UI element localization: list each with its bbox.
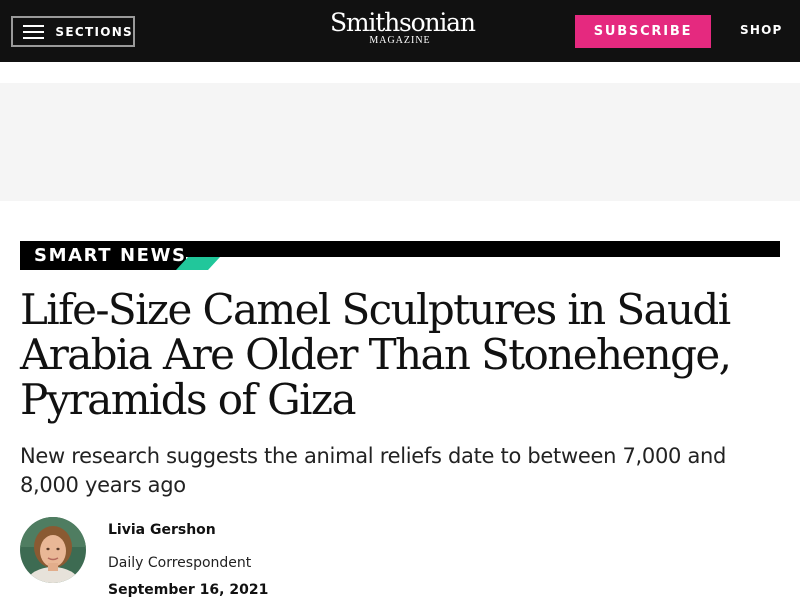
ad-placeholder [0,83,800,201]
smithsonian-logo[interactable]: Smithsonian MAGAZINE [330,8,476,49]
subscribe-button[interactable]: SUBSCRIBE [575,15,711,48]
author-name-link[interactable]: Livia Gershon [108,522,216,538]
publish-date: September 16, 2021 [108,582,269,598]
logo-wordmark: Smithsonian [330,8,476,37]
article-headline: Life-Size Camel Sculptures in Saudi Arab… [20,285,732,424]
hamburger-menu-icon [23,24,45,39]
sections-menu-button[interactable]: SECTIONS [11,16,135,47]
author-avatar[interactable] [20,517,86,583]
author-role: Daily Correspondent [108,555,252,571]
author-portrait-icon [20,517,86,583]
article-dek: New research suggests the animal reliefs… [20,444,727,497]
sections-label: SECTIONS [55,24,133,39]
shop-link[interactable]: SHOP [740,23,782,37]
logo-subtitle: MAGAZINE [369,35,431,46]
site-header: SECTIONS Smithsonian MAGAZINE SUBSCRIBE … [0,0,800,62]
category-label[interactable]: SMART NEWS [34,245,187,267]
